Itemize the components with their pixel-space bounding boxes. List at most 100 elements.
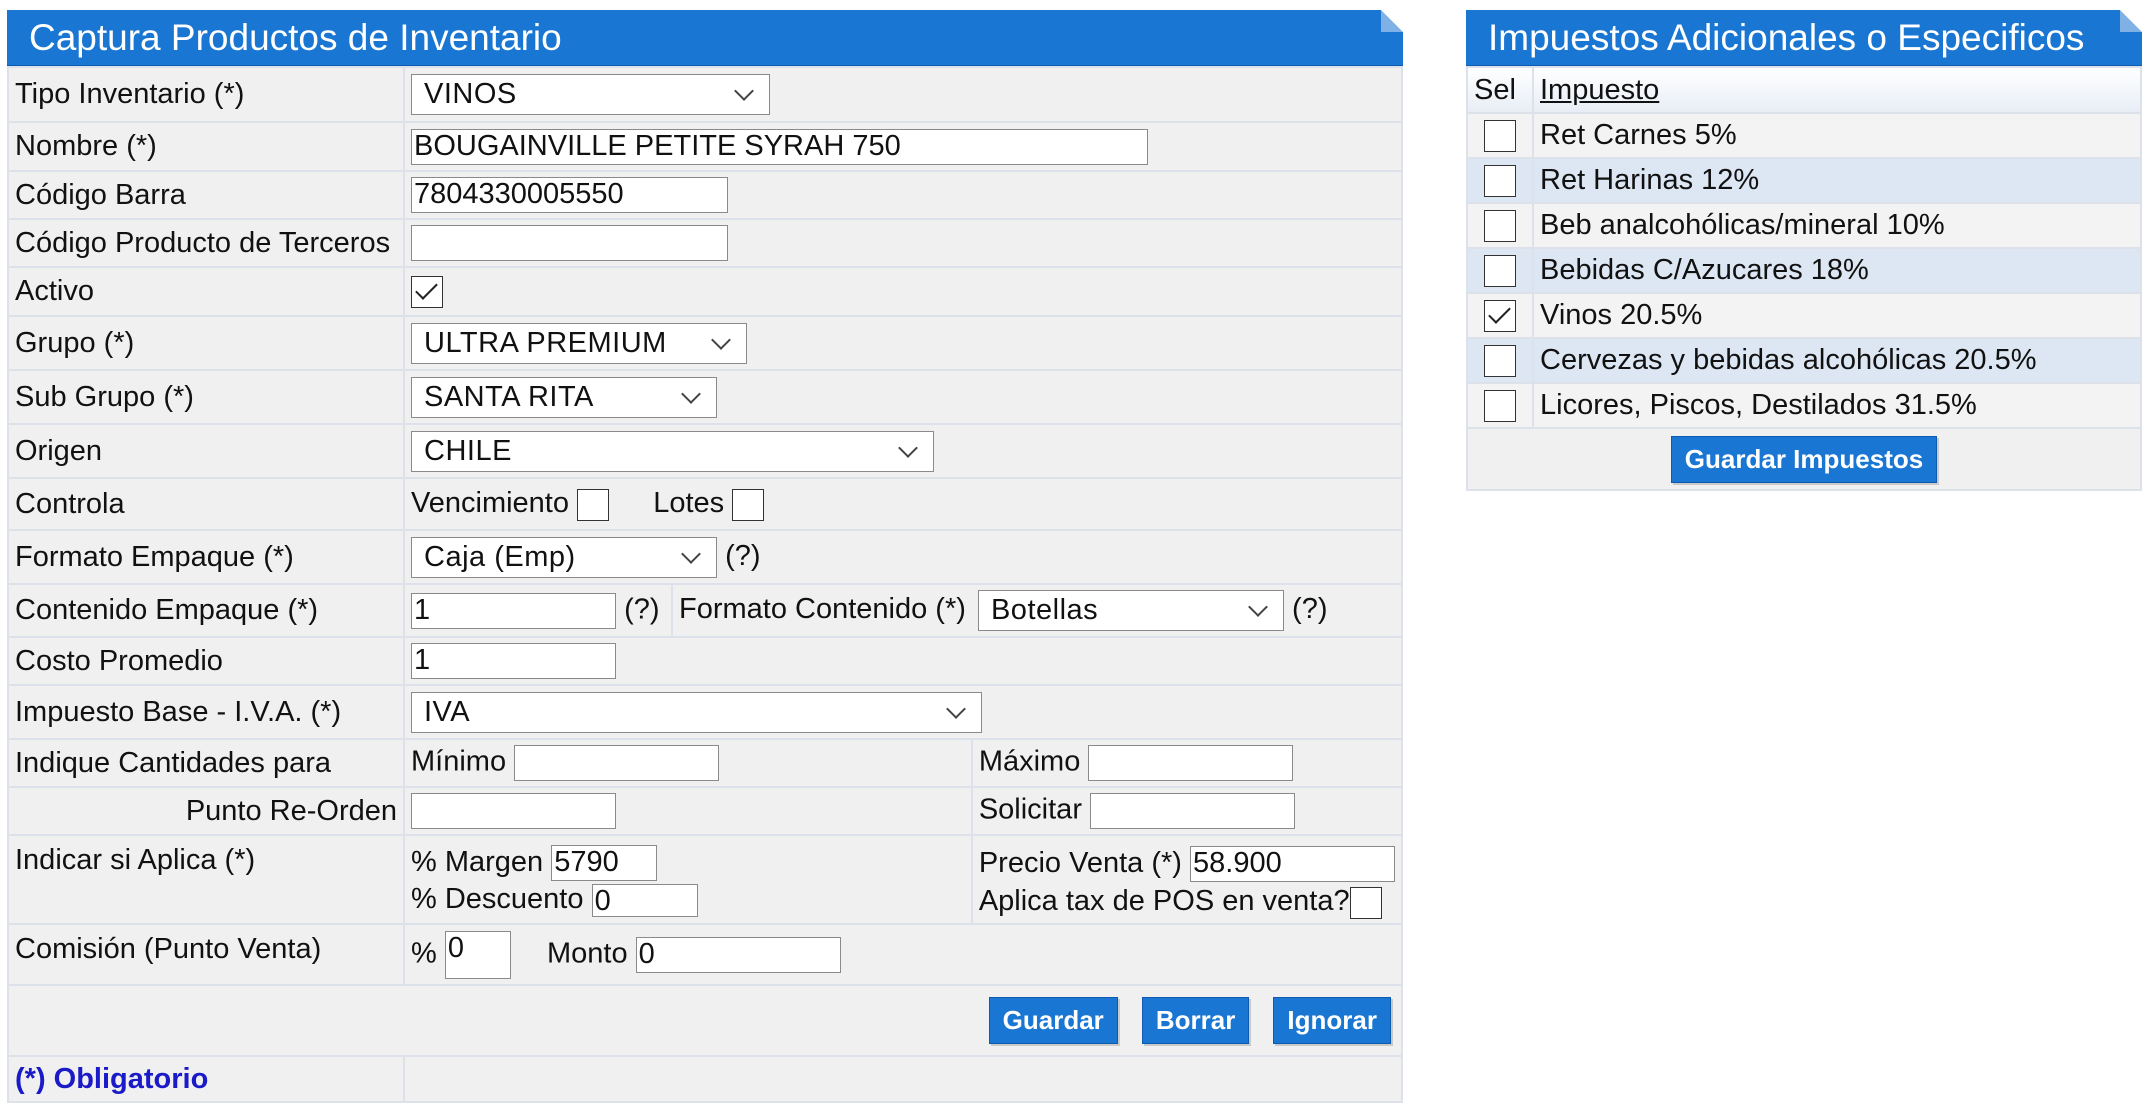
label-grupo: Grupo (*) [7,315,405,371]
maximo-input[interactable] [1088,745,1294,781]
descuento-input[interactable]: 0 [591,884,698,918]
label-activo: Activo [7,266,405,317]
label-tipo-inventario: Tipo Inventario (*) [7,66,405,123]
solicitar-label: Solicitar [978,793,1082,826]
solicitar-input[interactable] [1090,793,1296,829]
tax-name: Cervezas y bebidas alcohólicas 20.5% [1532,337,2142,384]
sub-grupo-select[interactable]: SANTA RITA [411,376,717,418]
reorden-input[interactable] [411,793,616,829]
product-form: Tipo Inventario (*) VINOS Nombre (*) BOU… [7,66,1404,1103]
tax-name: Beb analcohólicas/mineral 10% [1532,202,2142,249]
additional-taxes-panel: Impuestos Adicionales o Especificos Sel … [1466,10,2142,491]
chevron-down-icon [734,81,754,101]
tax-name: Ret Harinas 12% [1532,157,2142,204]
table-row: Cervezas y bebidas alcohólicas 20.5% [1466,337,2142,384]
tax-checkbox[interactable] [1484,390,1516,423]
codigo-barra-input[interactable]: 7804330005550 [411,177,728,213]
table-row: Ret Harinas 12% [1466,157,2142,204]
maximo-label: Máximo [978,745,1081,778]
panel-title-text: Captura Productos de Inventario [29,17,562,58]
comision-monto-input[interactable]: 0 [635,936,841,973]
tax-checkbox[interactable] [1484,345,1516,378]
descuento-label: % Descuento [411,883,584,916]
corner-fold-icon [2120,10,2142,32]
table-row: Vinos 20.5% [1466,292,2142,339]
formato-empaque-help[interactable]: (?) [725,540,760,572]
lotes-label: Lotes [653,487,725,520]
chevron-down-icon [898,437,918,458]
label-codigo-terceros: Código Producto de Terceros [7,218,405,268]
table-row: Bebidas C/Azucares 18% [1466,247,2142,294]
nombre-input[interactable]: BOUGAINVILLE PETITE SYRAH 750 [411,128,1148,165]
label-sub-grupo: Sub Grupo (*) [7,369,405,425]
label-cantidades: Indique Cantidades para [7,738,405,788]
chevron-down-icon [681,383,701,404]
corner-fold-icon [1381,10,1403,32]
panel-title: Captura Productos de Inventario [7,10,1403,66]
label-impuesto-base: Impuesto Base - I.V.A. (*) [7,684,405,740]
precio-venta-input[interactable]: 58.900 [1190,846,1395,883]
label-formato-empaque: Formato Empaque (*) [7,529,405,585]
tax-name: Bebidas C/Azucares 18% [1532,247,2142,294]
tax-pos-label: Aplica tax de POS en venta? [978,885,1350,918]
activo-checkbox[interactable] [411,276,443,309]
margen-label: % Margen [411,846,544,878]
contenido-empaque-input[interactable]: 1 [411,592,616,629]
tax-checkbox[interactable] [1484,165,1516,198]
tax-name: Ret Carnes 5% [1532,112,2142,159]
formato-contenido-label: Formato Contenido (*) [679,593,966,626]
impuesto-base-select[interactable]: IVA [411,691,982,733]
table-row: Licores, Piscos, Destilados 31.5% [1466,382,2142,429]
formato-contenido-help[interactable]: (?) [1292,593,1327,625]
tax-checkbox[interactable] [1484,300,1516,333]
tipo-inventario-select[interactable]: VINOS [411,74,770,115]
borrar-button[interactable]: Borrar [1141,997,1250,1044]
required-note: (*) Obligatorio [7,1055,405,1103]
chevron-down-icon [711,329,731,350]
tax-name: Licores, Piscos, Destilados 31.5% [1532,382,2142,429]
lotes-checkbox[interactable] [732,488,765,521]
origen-select[interactable]: CHILE [411,430,934,472]
tax-checkbox[interactable] [1484,255,1516,288]
costo-promedio-input[interactable]: 1 [411,643,616,679]
taxes-panel-title-text: Impuestos Adicionales o Especificos [1488,17,2085,58]
tax-pos-checkbox[interactable] [1349,886,1382,919]
vencimiento-label: Vencimiento [411,487,569,520]
label-reorden: Punto Re-Orden [7,786,405,836]
formato-empaque-value: Caja (Emp) [424,540,576,573]
origen-value: CHILE [424,434,512,467]
grupo-value: ULTRA PREMIUM [424,326,667,359]
formato-contenido-select[interactable]: Botellas [977,590,1284,631]
sub-grupo-value: SANTA RITA [424,380,594,413]
tax-checkbox[interactable] [1484,210,1516,243]
comision-monto-label: Monto [546,937,628,970]
codigo-terceros-input[interactable] [411,225,728,261]
label-comision: Comisión (Punto Venta) [7,923,405,986]
required-note-text: (*) Obligatorio [15,1062,209,1095]
minimo-input[interactable] [514,745,720,781]
grupo-select[interactable]: ULTRA PREMIUM [411,322,747,364]
label-origen: Origen [7,423,405,479]
label-controla: Controla [7,477,405,531]
precio-venta-label: Precio Venta (*) [978,847,1182,879]
ignorar-button[interactable]: Ignorar [1273,997,1391,1044]
chevron-down-icon [946,698,966,719]
col-header-sel: Sel [1466,66,1534,114]
contenido-empaque-help[interactable]: (?) [624,593,659,625]
margen-input[interactable]: 5790 [551,845,658,882]
guardar-button[interactable]: Guardar [988,997,1118,1044]
guardar-impuestos-button[interactable]: Guardar Impuestos [1670,435,1938,483]
table-row: Ret Carnes 5% [1466,112,2142,159]
tax-checkbox[interactable] [1484,120,1516,153]
minimo-label: Mínimo [411,745,507,778]
tax-name: Vinos 20.5% [1532,292,2142,339]
comision-pct-label: % [411,937,437,970]
tipo-inventario-value: VINOS [424,78,517,110]
comision-pct-input[interactable]: 0 [444,930,511,979]
taxes-panel-title: Impuestos Adicionales o Especificos [1466,10,2142,66]
col-header-impuesto[interactable]: Impuesto [1532,66,2142,114]
vencimiento-checkbox[interactable] [577,488,610,521]
page: Captura Productos de Inventario Tipo Inv… [0,0,2149,1120]
chevron-down-icon [1248,597,1268,617]
formato-empaque-select[interactable]: Caja (Emp) [411,536,717,578]
